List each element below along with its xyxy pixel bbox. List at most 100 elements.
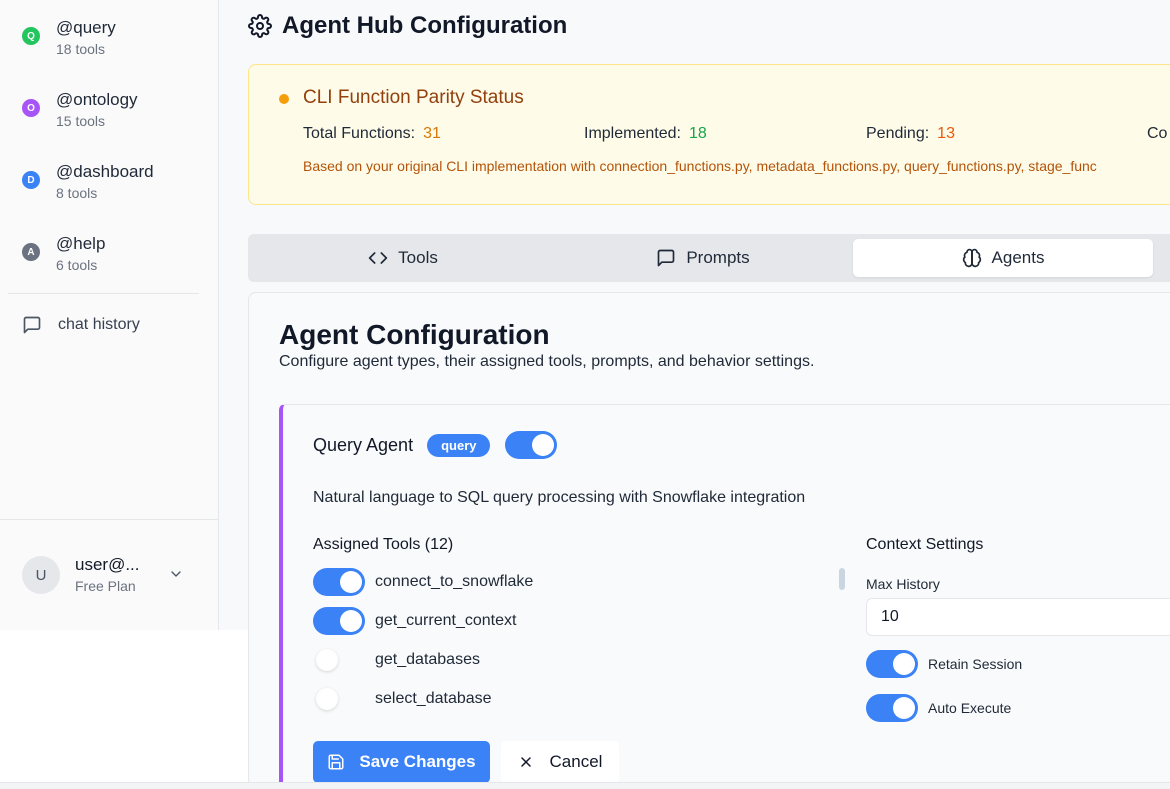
- save-label: Save Changes: [359, 752, 476, 771]
- implemented-stat: Implemented: 18: [584, 125, 707, 143]
- toggle-knob: [340, 571, 362, 593]
- tab-agents[interactable]: Agents: [853, 239, 1153, 277]
- sidebar-item-count: 8 tools: [56, 185, 98, 201]
- toggle-knob: [316, 649, 338, 671]
- sidebar-item-name: @query: [56, 18, 116, 37]
- sidebar-item-ontology[interactable]: O @ontology 15 tools: [22, 90, 138, 130]
- dashboard-agent-icon: D: [22, 171, 40, 189]
- tool-name: get_current_context: [375, 612, 517, 629]
- sidebar-item-name: @ontology: [56, 90, 138, 109]
- panel-title: Agent Configuration: [279, 319, 550, 350]
- sidebar-item-count: 15 tools: [56, 113, 106, 129]
- tool-row: select_database: [313, 685, 492, 713]
- tab-tools[interactable]: Tools: [253, 239, 553, 277]
- tool-toggle[interactable]: [313, 685, 365, 713]
- agent-enabled-toggle[interactable]: [505, 431, 558, 459]
- tool-name: select_database: [375, 690, 492, 707]
- tab-label: Prompts: [686, 248, 750, 267]
- tool-toggle[interactable]: [313, 568, 365, 596]
- chevron-down-icon[interactable]: [168, 566, 184, 582]
- parity-note: Based on your original CLI implementatio…: [303, 158, 1097, 174]
- page-header: Agent Hub Configuration: [248, 12, 567, 40]
- tab-prompts[interactable]: Prompts: [553, 239, 853, 277]
- toggle-knob: [340, 610, 362, 632]
- status-dot: [279, 94, 289, 104]
- tool-row: get_databases: [313, 646, 480, 674]
- cancel-label: Cancel: [549, 752, 603, 771]
- retain-session-setting: Retain Session: [866, 650, 1022, 678]
- tool-name: get_databases: [375, 651, 480, 668]
- user-name: user@...: [75, 555, 140, 574]
- stat-value: 31: [423, 125, 441, 142]
- tool-toggle[interactable]: [313, 646, 365, 674]
- pending-stat: Pending: 13: [866, 125, 955, 143]
- user-plan: Free Plan: [75, 578, 136, 594]
- panel-subtitle: Configure agent types, their assigned to…: [279, 353, 815, 370]
- tab-bar: Tools Prompts Agents: [248, 234, 1170, 282]
- sidebar-item-query[interactable]: Q @query 18 tools: [22, 18, 116, 58]
- sidebar-item-count: 6 tools: [56, 257, 98, 273]
- parity-title: CLI Function Parity Status: [303, 87, 524, 108]
- stat-label: Co: [1147, 125, 1168, 142]
- agent-description: Natural language to SQL query processing…: [313, 489, 806, 506]
- tool-toggle[interactable]: [313, 607, 365, 635]
- context-settings-title: Context Settings: [866, 536, 984, 553]
- assigned-tools-title: Assigned Tools (12): [313, 536, 454, 553]
- page-title: Agent Hub Configuration: [282, 12, 568, 39]
- bottom-strip: [0, 782, 1170, 789]
- toggle-knob: [532, 434, 555, 456]
- cancel-button[interactable]: Cancel: [501, 741, 619, 783]
- coverage-stat: Co: [1147, 125, 1167, 143]
- close-icon: [520, 757, 531, 767]
- code-icon: [368, 252, 388, 264]
- agent-name: Query Agent: [313, 434, 414, 455]
- toggle-knob: [316, 688, 338, 710]
- retain-session-toggle[interactable]: [866, 650, 918, 678]
- parity-status-card: CLI Function Parity Status Total Functio…: [248, 64, 1170, 205]
- blank-area: [0, 630, 248, 782]
- avatar: U: [22, 556, 60, 594]
- toggle-knob: [893, 653, 915, 675]
- query-agent-card: Query Agent query Natural language to SQ…: [279, 404, 1170, 789]
- help-agent-icon: A: [22, 243, 40, 261]
- stat-label: Pending:: [866, 125, 930, 142]
- tool-name: connect_to_snowflake: [375, 573, 534, 590]
- sidebar-item-help[interactable]: A @help 6 tools: [22, 234, 105, 274]
- total-functions-stat: Total Functions: 31: [303, 125, 441, 143]
- stat-label: Total Functions:: [303, 125, 416, 142]
- tab-label: Agents: [991, 248, 1045, 267]
- agent-type-badge: query: [427, 433, 491, 457]
- sidebar-item-name: @dashboard: [56, 162, 154, 181]
- max-history-label: Max History: [866, 576, 940, 592]
- tool-row: get_current_context: [313, 607, 516, 635]
- sidebar: Q @query 18 tools O @ontology 15 tools D…: [0, 0, 219, 630]
- auto-execute-toggle[interactable]: [866, 694, 918, 722]
- tool-row: connect_to_snowflake: [313, 568, 533, 596]
- sidebar-divider: [8, 293, 199, 294]
- save-icon: [328, 754, 344, 770]
- agent-configuration-panel: Agent Configuration Configure agent type…: [248, 292, 1170, 789]
- tools-scrollbar[interactable]: [839, 568, 845, 590]
- message-square-icon: [658, 249, 675, 267]
- sidebar-item-count: 18 tools: [56, 41, 106, 57]
- chat-bubble-icon: [23, 316, 41, 334]
- stat-value: 13: [937, 125, 955, 142]
- tab-label: Tools: [398, 248, 438, 267]
- chat-history-link[interactable]: chat history: [22, 315, 140, 335]
- retain-session-label: Retain Session: [928, 656, 1023, 672]
- stat-value: 18: [688, 125, 707, 142]
- brain-icon: [962, 248, 981, 268]
- sidebar-item-dashboard[interactable]: D @dashboard 8 tools: [22, 162, 154, 202]
- save-changes-button[interactable]: Save Changes: [313, 741, 490, 783]
- sidebar-footer-divider: [0, 519, 218, 520]
- query-agent-icon: Q: [22, 27, 40, 45]
- ontology-agent-icon: O: [22, 99, 40, 117]
- chat-history-label: chat history: [58, 316, 140, 333]
- max-history-input[interactable]: 10: [866, 598, 1170, 636]
- toggle-knob: [893, 697, 915, 719]
- auto-execute-setting: Auto Execute: [866, 694, 1011, 722]
- agent-card-header: Query Agent query: [313, 431, 558, 459]
- auto-execute-label: Auto Execute: [928, 700, 1012, 716]
- sidebar-item-name: @help: [56, 234, 106, 253]
- user-menu[interactable]: U user@... Free Plan: [22, 555, 192, 595]
